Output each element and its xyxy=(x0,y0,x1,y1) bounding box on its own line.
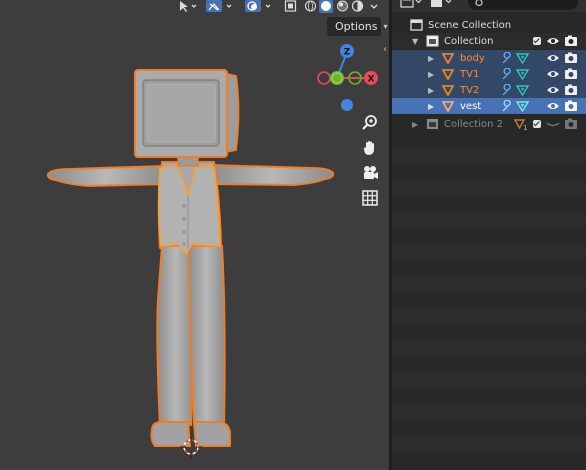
right-leg[interactable] xyxy=(187,245,226,426)
collection-icon xyxy=(426,35,439,47)
collection-label: Collection xyxy=(444,35,494,47)
outliner-empty-row xyxy=(392,244,586,260)
scene-collection-icon xyxy=(410,19,423,31)
outliner-empty-row xyxy=(392,148,586,164)
collection-icon xyxy=(427,119,438,129)
outliner-empty-row xyxy=(392,212,586,228)
outliner-panel: Scene Collection ▼ Collection ▶ body ▶ T… xyxy=(392,0,586,470)
children-count-badge: 1 xyxy=(523,124,528,132)
expand-arrow-icon[interactable]: ▶ xyxy=(428,102,434,111)
eye-icon[interactable] xyxy=(546,52,560,64)
3d-viewport[interactable]: Options ▾ ‹ Z X xyxy=(0,0,389,470)
left-shoe[interactable] xyxy=(150,421,191,447)
outliner-empty-row xyxy=(392,340,586,356)
tv-head[interactable] xyxy=(134,69,240,158)
outliner-search-input[interactable] xyxy=(468,0,578,10)
object-name-vest: vest xyxy=(460,100,482,112)
mesh-data-icon[interactable] xyxy=(516,68,529,80)
wrench-icon[interactable] xyxy=(500,68,514,80)
scene-collection-label: Scene Collection xyxy=(428,19,512,31)
expand-arrow-icon[interactable]: ▶ xyxy=(428,54,434,63)
right-shoe[interactable] xyxy=(193,421,231,447)
camera-render-icon[interactable] xyxy=(564,35,578,47)
exclude-checkbox[interactable] xyxy=(533,120,541,128)
search-icon xyxy=(475,0,483,7)
object-name-body: body xyxy=(460,52,485,64)
outliner-empty-row xyxy=(392,372,586,388)
object-name-tv1: TV1 xyxy=(460,68,480,80)
eye-icon[interactable] xyxy=(546,100,560,112)
outliner-row-collection[interactable]: ▼ Collection xyxy=(392,33,586,49)
object-name-tv2: TV2 xyxy=(460,84,480,96)
mesh-object-icon xyxy=(442,53,454,64)
outliner-empty-row xyxy=(392,436,586,452)
outliner-row-vest[interactable]: ▶ vest xyxy=(392,98,586,114)
mesh-data-icon[interactable] xyxy=(516,100,529,112)
filter-dropdown[interactable] xyxy=(430,0,454,9)
left-arm[interactable] xyxy=(46,165,166,187)
outliner-empty-row xyxy=(392,180,586,196)
camera-render-icon[interactable] xyxy=(564,84,578,96)
outliner-empty-row xyxy=(392,404,586,420)
character-model[interactable] xyxy=(0,0,389,470)
outliner-header xyxy=(392,0,586,12)
exclude-checkbox[interactable] xyxy=(533,37,541,45)
collection-2-label: Collection 2 xyxy=(444,118,504,130)
camera-render-icon[interactable] xyxy=(564,68,578,80)
mesh-data-icon[interactable] xyxy=(516,52,529,64)
outliner-empty-row xyxy=(392,308,586,324)
expand-arrow-icon[interactable]: ▶ xyxy=(412,120,418,129)
right-arm[interactable] xyxy=(209,164,335,186)
display-mode-dropdown[interactable] xyxy=(400,0,424,9)
camera-render-icon[interactable] xyxy=(564,52,578,64)
mesh-object-icon xyxy=(442,69,454,80)
expand-arrow-icon[interactable]: ▶ xyxy=(428,70,434,79)
camera-render-icon[interactable] xyxy=(564,118,578,130)
wrench-icon[interactable] xyxy=(500,84,514,96)
mesh-data-icon[interactable] xyxy=(516,84,529,96)
mesh-object-icon xyxy=(442,85,454,96)
eye-icon[interactable] xyxy=(546,35,560,47)
eye-closed-icon[interactable] xyxy=(546,118,560,130)
outliner-row-collection-2[interactable]: ▶ Collection 2 1 xyxy=(392,116,586,132)
mesh-object-icon xyxy=(442,101,454,112)
eye-icon[interactable] xyxy=(546,68,560,80)
outliner-empty-row xyxy=(392,276,586,292)
camera-render-icon[interactable] xyxy=(564,100,578,112)
outliner-row-scene-collection[interactable]: Scene Collection xyxy=(392,17,586,33)
outliner-row-tv2[interactable]: ▶ TV2 xyxy=(392,82,586,98)
wrench-icon[interactable] xyxy=(500,52,514,64)
collapse-arrow-icon[interactable]: ▼ xyxy=(412,37,418,46)
eye-icon[interactable] xyxy=(546,84,560,96)
outliner-row-body[interactable]: ▶ body xyxy=(392,50,586,66)
outliner-row-tv1[interactable]: ▶ TV1 xyxy=(392,66,586,82)
wrench-icon[interactable] xyxy=(500,100,514,112)
expand-arrow-icon[interactable]: ▶ xyxy=(428,86,434,95)
